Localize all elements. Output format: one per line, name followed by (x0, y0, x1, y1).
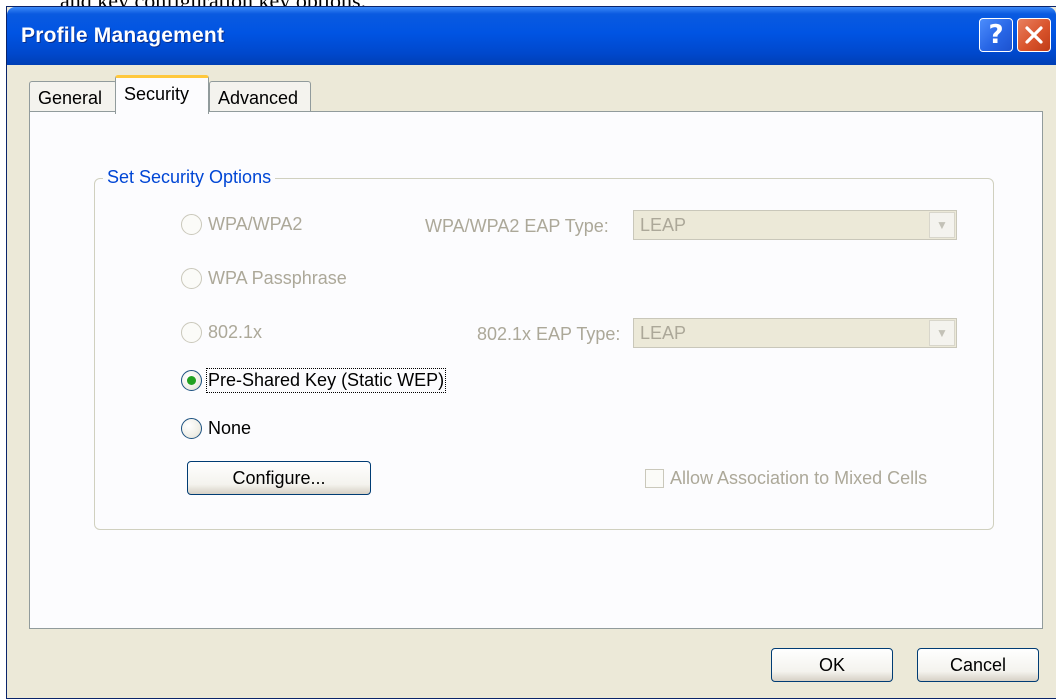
radio-button[interactable] (181, 418, 202, 439)
group-title: Set Security Options (103, 167, 276, 188)
radio-wpa-wpa2-label: WPA/WPA2 (208, 214, 303, 234)
wpa-eap-type-value: LEAP (640, 214, 687, 235)
dot1x-eap-type-value: LEAP (640, 322, 687, 343)
wpa-eap-type-label: WPA/WPA2 EAP Type: (425, 216, 609, 236)
chevron-down-icon[interactable]: ▼ (929, 212, 955, 238)
radio-wpa-wpa2[interactable]: WPA/WPA2 (181, 214, 302, 235)
dot1x-eap-type-select[interactable]: LEAP ▼ (633, 318, 957, 348)
radio-dot-icon (187, 376, 196, 385)
window-title: Profile Management (21, 24, 225, 47)
dot1x-eap-type-label: 802.1x EAP Type: (477, 324, 621, 344)
radio-button[interactable] (181, 268, 202, 289)
wpa-eap-type-select[interactable]: LEAP ▼ (633, 210, 957, 240)
radio-pre-shared-key[interactable]: Pre-Shared Key (Static WEP) (181, 368, 447, 393)
tab-general-label: General (38, 88, 103, 108)
radio-802-1x-label: 802.1x (208, 322, 263, 342)
help-icon: ? (988, 20, 1004, 50)
checkbox-box[interactable] (645, 469, 664, 488)
tab-advanced[interactable]: Advanced (209, 81, 311, 113)
radio-button[interactable] (181, 322, 202, 343)
tab-advanced-label: Advanced (218, 88, 299, 108)
tab-general[interactable]: General (29, 81, 117, 113)
radio-wpa-passphrase[interactable]: WPA Passphrase (181, 268, 347, 289)
profile-management-dialog: Profile Management ? General Security Ad… (6, 6, 1056, 699)
cancel-button[interactable]: Cancel (917, 648, 1039, 682)
chevron-down-icon[interactable]: ▼ (929, 320, 955, 346)
security-tab-panel: Set Security Options WPA/WPA2 WPA/WPA2 E… (29, 111, 1043, 629)
radio-pre-shared-key-label: Pre-Shared Key (Static WEP) (205, 368, 447, 393)
tab-security[interactable]: Security (115, 75, 209, 114)
radio-wpa-passphrase-label: WPA Passphrase (208, 268, 347, 288)
radio-button[interactable] (181, 214, 202, 235)
security-options-group: Set Security Options WPA/WPA2 WPA/WPA2 E… (94, 167, 994, 530)
ok-button[interactable]: OK (771, 648, 893, 682)
allow-mixed-cells-checkbox[interactable]: Allow Association to Mixed Cells (645, 468, 927, 489)
close-button[interactable] (1017, 18, 1051, 52)
radio-none[interactable]: None (181, 418, 251, 439)
radio-button-selected[interactable] (181, 370, 202, 391)
radio-802-1x[interactable]: 802.1x (181, 322, 262, 343)
allow-mixed-cells-label: Allow Association to Mixed Cells (670, 468, 928, 488)
tab-security-label: Security (124, 84, 190, 104)
configure-button[interactable]: Configure... (187, 461, 371, 495)
radio-none-label: None (208, 418, 252, 438)
help-button[interactable]: ? (979, 18, 1013, 52)
close-icon (1025, 26, 1043, 44)
title-bar[interactable]: Profile Management ? (7, 7, 1056, 65)
